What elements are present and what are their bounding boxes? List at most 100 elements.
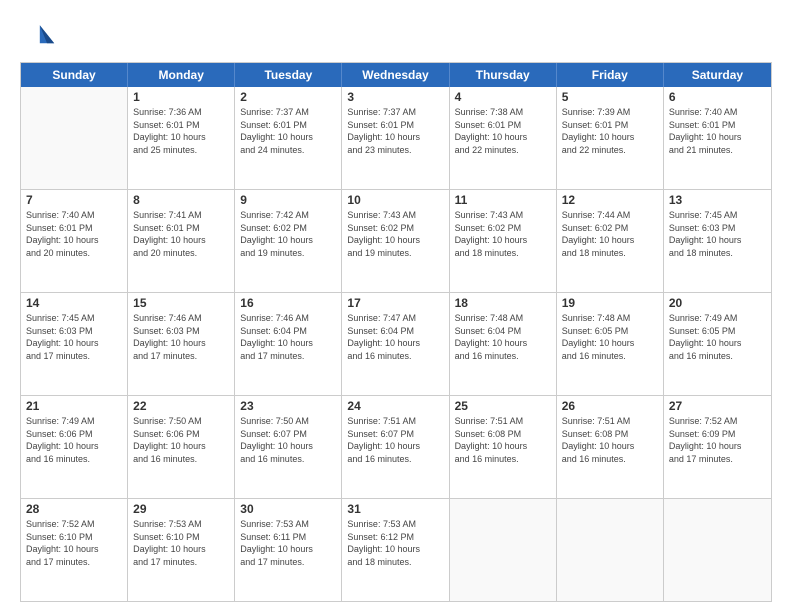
logo-icon bbox=[20, 18, 56, 54]
day-number: 16 bbox=[240, 296, 336, 310]
calendar-cell: 20Sunrise: 7:49 AM Sunset: 6:05 PM Dayli… bbox=[664, 293, 771, 395]
calendar-cell bbox=[557, 499, 664, 601]
day-number: 6 bbox=[669, 90, 766, 104]
day-number: 20 bbox=[669, 296, 766, 310]
calendar-cell: 31 Sunrise: 7:53 AM Sunset: 6:12 PM Dayli… bbox=[342, 499, 449, 601]
day-number: 18 bbox=[455, 296, 551, 310]
day-number: 12 bbox=[562, 193, 658, 207]
day-number: 4 bbox=[455, 90, 551, 104]
calendar-cell: 8 Sunrise: 7:41 AM Sunset: 6:01 PM Daylig… bbox=[128, 190, 235, 292]
day-info: Sunrise: 7:47 AM Sunset: 6:04 PM Dayligh… bbox=[347, 312, 443, 362]
weekday-header: Wednesday bbox=[342, 63, 449, 87]
day-info: Sunrise: 7:53 AM Sunset: 6:12 PM Dayligh… bbox=[347, 518, 443, 568]
day-info: Sunrise: 7:44 AM Sunset: 6:02 PM Dayligh… bbox=[562, 209, 658, 259]
calendar-cell: 19 Sunrise: 7:48 AM Sunset: 6:05 PM Dayli… bbox=[557, 293, 664, 395]
day-info: Sunrise: 7:45 AM Sunset: 6:03 PM Dayligh… bbox=[669, 209, 766, 259]
calendar-cell: 7 Sunrise: 7:40 AM Sunset: 6:01 PM Daylig… bbox=[21, 190, 128, 292]
calendar: SundayMondayTuesdayWednesdayThursdayFrid… bbox=[20, 62, 772, 602]
calendar-row: 1 Sunrise: 7:36 AM Sunset: 6:01 PM Daylig… bbox=[21, 87, 771, 190]
day-info: Sunrise: 7:36 AM Sunset: 6:01 PM Dayligh… bbox=[133, 106, 229, 156]
day-info: Sunrise: 7:48 AM Sunset: 6:05 PM Dayligh… bbox=[562, 312, 658, 362]
day-info: Sunrise: 7:43 AM Sunset: 6:02 PM Dayligh… bbox=[455, 209, 551, 259]
day-info: Sunrise: 7:48 AM Sunset: 6:04 PM Dayligh… bbox=[455, 312, 551, 362]
day-info: Sunrise: 7:50 AM Sunset: 6:06 PM Dayligh… bbox=[133, 415, 229, 465]
day-number: 21 bbox=[26, 399, 122, 413]
calendar-header: SundayMondayTuesdayWednesdayThursdayFrid… bbox=[21, 63, 771, 87]
calendar-cell: 25Sunrise: 7:51 AM Sunset: 6:08 PM Dayli… bbox=[450, 396, 557, 498]
day-info: Sunrise: 7:40 AM Sunset: 6:01 PM Dayligh… bbox=[26, 209, 122, 259]
calendar-row: 7 Sunrise: 7:40 AM Sunset: 6:01 PM Daylig… bbox=[21, 190, 771, 293]
day-number: 5 bbox=[562, 90, 658, 104]
weekday-header: Thursday bbox=[450, 63, 557, 87]
calendar-cell: 12 Sunrise: 7:44 AM Sunset: 6:02 PM Dayli… bbox=[557, 190, 664, 292]
calendar-row: 21 Sunrise: 7:49 AM Sunset: 6:06 PM Dayli… bbox=[21, 396, 771, 499]
day-info: Sunrise: 7:51 AM Sunset: 6:07 PM Dayligh… bbox=[347, 415, 443, 465]
day-info: Sunrise: 7:38 AM Sunset: 6:01 PM Dayligh… bbox=[455, 106, 551, 156]
calendar-cell: 21 Sunrise: 7:49 AM Sunset: 6:06 PM Dayli… bbox=[21, 396, 128, 498]
calendar-cell: 6 Sunrise: 7:40 AM Sunset: 6:01 PM Daylig… bbox=[664, 87, 771, 189]
calendar-cell: 29Sunrise: 7:53 AM Sunset: 6:10 PM Dayli… bbox=[128, 499, 235, 601]
calendar-body: 1 Sunrise: 7:36 AM Sunset: 6:01 PM Daylig… bbox=[21, 87, 771, 601]
day-info: Sunrise: 7:39 AM Sunset: 6:01 PM Dayligh… bbox=[562, 106, 658, 156]
calendar-cell: 18 Sunrise: 7:48 AM Sunset: 6:04 PM Dayli… bbox=[450, 293, 557, 395]
calendar-cell: 28 Sunrise: 7:52 AM Sunset: 6:10 PM Dayli… bbox=[21, 499, 128, 601]
day-info: Sunrise: 7:43 AM Sunset: 6:02 PM Dayligh… bbox=[347, 209, 443, 259]
day-number: 1 bbox=[133, 90, 229, 104]
calendar-cell bbox=[450, 499, 557, 601]
calendar-cell: 4 Sunrise: 7:38 AM Sunset: 6:01 PM Daylig… bbox=[450, 87, 557, 189]
weekday-header: Monday bbox=[128, 63, 235, 87]
calendar-cell: 9 Sunrise: 7:42 AM Sunset: 6:02 PM Daylig… bbox=[235, 190, 342, 292]
calendar-cell: 26 Sunrise: 7:51 AM Sunset: 6:08 PM Dayli… bbox=[557, 396, 664, 498]
day-number: 7 bbox=[26, 193, 122, 207]
weekday-header: Sunday bbox=[21, 63, 128, 87]
day-info: Sunrise: 7:49 AM Sunset: 6:06 PM Dayligh… bbox=[26, 415, 122, 465]
day-number: 31 bbox=[347, 502, 443, 516]
calendar-cell: 27Sunrise: 7:52 AM Sunset: 6:09 PM Dayli… bbox=[664, 396, 771, 498]
calendar-cell: 23 Sunrise: 7:50 AM Sunset: 6:07 PM Dayli… bbox=[235, 396, 342, 498]
day-info: Sunrise: 7:51 AM Sunset: 6:08 PM Dayligh… bbox=[562, 415, 658, 465]
day-number: 23 bbox=[240, 399, 336, 413]
calendar-cell: 22 Sunrise: 7:50 AM Sunset: 6:06 PM Dayli… bbox=[128, 396, 235, 498]
day-number: 8 bbox=[133, 193, 229, 207]
day-info: Sunrise: 7:46 AM Sunset: 6:04 PM Dayligh… bbox=[240, 312, 336, 362]
day-number: 22 bbox=[133, 399, 229, 413]
day-info: Sunrise: 7:52 AM Sunset: 6:10 PM Dayligh… bbox=[26, 518, 122, 568]
calendar-cell bbox=[21, 87, 128, 189]
logo bbox=[20, 18, 60, 54]
calendar-cell: 1 Sunrise: 7:36 AM Sunset: 6:01 PM Daylig… bbox=[128, 87, 235, 189]
day-info: Sunrise: 7:53 AM Sunset: 6:11 PM Dayligh… bbox=[240, 518, 336, 568]
weekday-header: Tuesday bbox=[235, 63, 342, 87]
day-number: 28 bbox=[26, 502, 122, 516]
calendar-cell bbox=[664, 499, 771, 601]
day-number: 17 bbox=[347, 296, 443, 310]
day-info: Sunrise: 7:40 AM Sunset: 6:01 PM Dayligh… bbox=[669, 106, 766, 156]
calendar-cell: 5 Sunrise: 7:39 AM Sunset: 6:01 PM Daylig… bbox=[557, 87, 664, 189]
day-number: 13 bbox=[669, 193, 766, 207]
day-number: 19 bbox=[562, 296, 658, 310]
day-number: 10 bbox=[347, 193, 443, 207]
weekday-header: Friday bbox=[557, 63, 664, 87]
day-number: 14 bbox=[26, 296, 122, 310]
day-info: Sunrise: 7:42 AM Sunset: 6:02 PM Dayligh… bbox=[240, 209, 336, 259]
calendar-cell: 11 Sunrise: 7:43 AM Sunset: 6:02 PM Dayli… bbox=[450, 190, 557, 292]
day-info: Sunrise: 7:37 AM Sunset: 6:01 PM Dayligh… bbox=[240, 106, 336, 156]
day-info: Sunrise: 7:37 AM Sunset: 6:01 PM Dayligh… bbox=[347, 106, 443, 156]
day-info: Sunrise: 7:50 AM Sunset: 6:07 PM Dayligh… bbox=[240, 415, 336, 465]
weekday-header: Saturday bbox=[664, 63, 771, 87]
day-number: 26 bbox=[562, 399, 658, 413]
day-info: Sunrise: 7:41 AM Sunset: 6:01 PM Dayligh… bbox=[133, 209, 229, 259]
day-number: 24 bbox=[347, 399, 443, 413]
calendar-cell: 16 Sunrise: 7:46 AM Sunset: 6:04 PM Dayli… bbox=[235, 293, 342, 395]
page: SundayMondayTuesdayWednesdayThursdayFrid… bbox=[0, 0, 792, 612]
day-info: Sunrise: 7:46 AM Sunset: 6:03 PM Dayligh… bbox=[133, 312, 229, 362]
day-info: Sunrise: 7:51 AM Sunset: 6:08 PM Dayligh… bbox=[455, 415, 551, 465]
day-number: 11 bbox=[455, 193, 551, 207]
day-number: 29 bbox=[133, 502, 229, 516]
calendar-cell: 3Sunrise: 7:37 AM Sunset: 6:01 PM Daylig… bbox=[342, 87, 449, 189]
calendar-cell: 14Sunrise: 7:45 AM Sunset: 6:03 PM Dayli… bbox=[21, 293, 128, 395]
day-number: 15 bbox=[133, 296, 229, 310]
calendar-cell: 15 Sunrise: 7:46 AM Sunset: 6:03 PM Dayli… bbox=[128, 293, 235, 395]
day-number: 30 bbox=[240, 502, 336, 516]
calendar-cell: 30 Sunrise: 7:53 AM Sunset: 6:11 PM Dayli… bbox=[235, 499, 342, 601]
day-number: 9 bbox=[240, 193, 336, 207]
